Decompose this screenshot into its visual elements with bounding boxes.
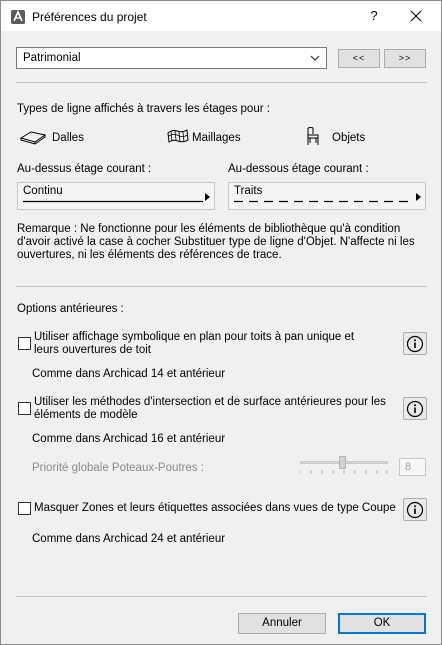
legacy-options-heading: Options antérieures : xyxy=(17,303,124,315)
chair-icon xyxy=(305,126,321,149)
close-icon xyxy=(410,10,422,22)
solid-line-preview xyxy=(23,200,203,203)
legacy-intersection-checkbox[interactable] xyxy=(18,402,31,415)
slab-icon xyxy=(19,129,47,148)
preset-dropdown[interactable]: Patrimonial xyxy=(16,47,327,69)
help-button[interactable]: ? xyxy=(363,5,385,27)
below-line-type-value: Traits xyxy=(234,185,263,197)
divider xyxy=(16,286,427,287)
symbolic-roof-display-label-line-2: leurs ouvertures de toit xyxy=(34,344,151,356)
previous-preset-button[interactable]: << xyxy=(338,49,380,68)
remark-line-1: Remarque : Ne fonctionne pour les élémen… xyxy=(17,223,401,235)
column-beam-priority-label: Priorité globale Poteaux-Poutres : xyxy=(32,462,204,474)
hide-zones-label: Masquer Zones et leurs étiquettes associ… xyxy=(34,502,396,514)
above-line-type-selector[interactable]: Continu xyxy=(17,182,215,210)
line-types-heading: Types de ligne affichés à travers les ét… xyxy=(17,103,270,115)
remark-line-2: d'avoir activé la case à cocher Substitu… xyxy=(17,236,415,248)
meshes-label: Maillages xyxy=(192,132,241,144)
above-line-type-value: Continu xyxy=(23,185,63,197)
symbolic-roof-display-checkbox[interactable] xyxy=(18,337,31,350)
above-story-label: Au-dessus étage courant : xyxy=(17,163,152,175)
mesh-icon xyxy=(167,127,189,148)
symbolic-roof-display-label-line-1: Utiliser affichage symbolique en plan po… xyxy=(34,331,355,343)
below-story-label: Au-dessous étage courant : xyxy=(228,163,369,175)
below-line-type-selector[interactable]: Traits xyxy=(228,182,426,210)
archicad-16-note: Comme dans Archicad 16 et antérieur xyxy=(32,433,226,445)
archicad-24-note: Comme dans Archicad 24 et antérieur xyxy=(32,533,226,545)
archicad-app-icon xyxy=(10,9,26,25)
remark-line-3: ouvertures, ni les éléments des référenc… xyxy=(17,249,282,261)
ok-button[interactable]: OK xyxy=(338,613,426,634)
divider xyxy=(16,82,427,83)
next-preset-button[interactable]: >> xyxy=(384,49,426,68)
dashed-line-preview xyxy=(234,200,414,203)
slabs-label: Dalles xyxy=(52,132,84,144)
cancel-button[interactable]: Annuler xyxy=(238,613,326,634)
triangle-right-icon xyxy=(205,193,210,201)
close-button[interactable] xyxy=(405,5,427,27)
priority-slider-ticks xyxy=(300,470,388,474)
divider xyxy=(16,596,427,597)
legacy-intersection-info-button[interactable] xyxy=(403,397,427,420)
hide-zones-info-button[interactable] xyxy=(403,498,427,521)
info-icon xyxy=(406,335,424,353)
priority-value-field[interactable]: 8 xyxy=(399,458,426,476)
priority-slider-thumb[interactable] xyxy=(339,456,346,469)
archicad-14-note: Comme dans Archicad 14 et antérieur xyxy=(32,368,226,380)
hide-zones-checkbox[interactable] xyxy=(18,502,31,515)
legacy-intersection-label-line-2: éléments de modèle xyxy=(34,409,138,421)
title-bar: Préférences du projet ? xyxy=(1,1,441,31)
window-title: Préférences du projet xyxy=(32,10,147,24)
symbolic-roof-info-button[interactable] xyxy=(403,332,427,355)
project-preferences-dialog: Préférences du projet ? Patrimonial << >… xyxy=(0,0,442,645)
triangle-right-icon xyxy=(416,193,421,201)
info-icon xyxy=(406,501,424,519)
legacy-intersection-label-line-1: Utiliser les méthodes d'intersection et … xyxy=(34,396,386,408)
preset-value: Patrimonial xyxy=(23,52,81,64)
info-icon xyxy=(406,400,424,418)
chevron-down-icon xyxy=(310,55,320,61)
objects-label: Objets xyxy=(332,132,366,144)
